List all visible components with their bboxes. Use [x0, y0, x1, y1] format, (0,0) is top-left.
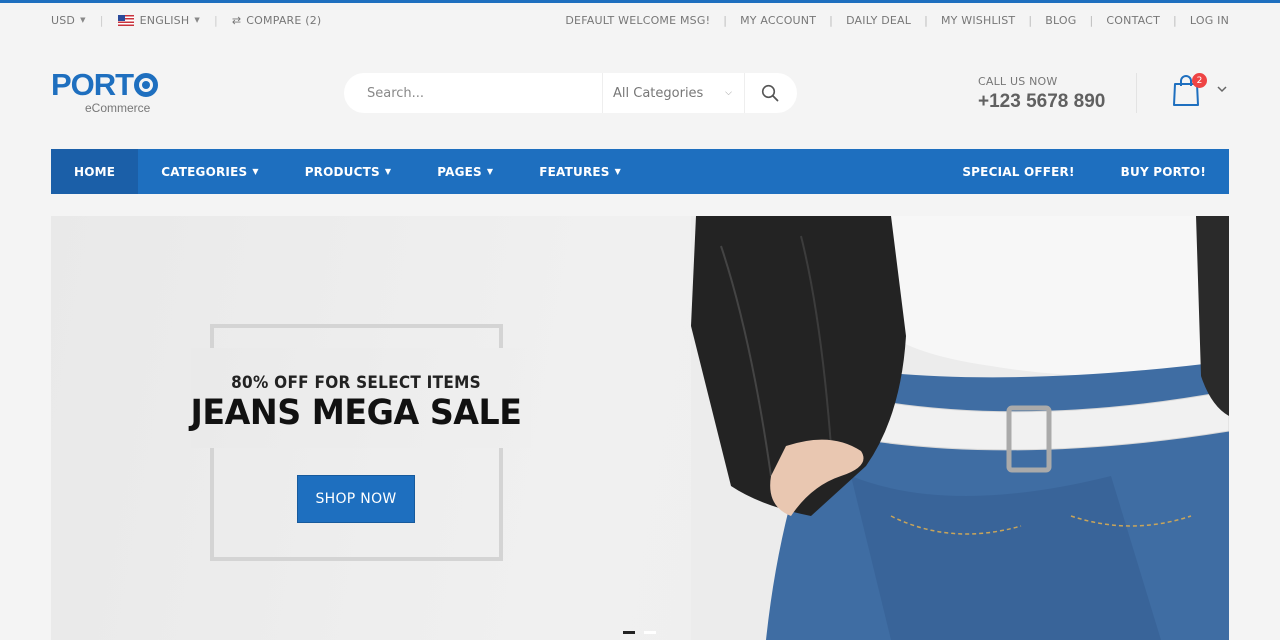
slider-dot-2[interactable]: [644, 631, 656, 634]
cart-button[interactable]: 2: [1170, 72, 1210, 112]
nav-features-label: FEATURES: [539, 164, 610, 179]
call-us-label: CALL US NOW: [978, 75, 1058, 88]
language-switcher[interactable]: ENGLISH ▼: [117, 13, 200, 27]
nav-features[interactable]: FEATURES ▼: [516, 149, 644, 194]
compare-label: COMPARE (2): [246, 13, 322, 27]
search-bar: All Categories ⌵: [344, 73, 797, 113]
nav-products-label: PRODUCTS: [304, 164, 380, 179]
nav-products[interactable]: PRODUCTS ▼: [282, 149, 415, 194]
phone-number[interactable]: +123 5678 890: [978, 91, 1105, 113]
logo-text: PORT: [51, 67, 134, 102]
logo-o-mark: [134, 73, 159, 97]
divider: |: [829, 13, 834, 27]
hero-slider: 80% OFF FOR SELECT ITEMS JEANS MEGA SALE…: [51, 216, 1229, 640]
chevron-down-icon: ▼: [252, 167, 259, 176]
compare-icon: ⇄: [231, 13, 242, 27]
logo-tagline: eCommerce: [85, 101, 151, 115]
nav-categories[interactable]: CATEGORIES ▼: [138, 149, 282, 194]
caret-down-icon: ▼: [194, 16, 200, 24]
nav-home[interactable]: HOME: [51, 149, 139, 194]
nav-pages[interactable]: PAGES ▼: [414, 149, 516, 194]
divider: |: [1173, 13, 1177, 27]
header-divider: [1136, 73, 1137, 113]
nav-buy-porto[interactable]: BUY PORTO!: [1098, 149, 1229, 194]
nav-pages-label: PAGES: [437, 164, 482, 179]
nav-home-label: HOME: [74, 164, 116, 179]
daily-deal-link[interactable]: DAILY DEAL: [846, 14, 911, 27]
top-bar-links: DEFAULT WELCOME MSG! | MY ACCOUNT | DAIL…: [565, 3, 1229, 37]
divider: |: [924, 13, 928, 27]
divider: |: [1028, 13, 1033, 27]
divider: |: [213, 13, 218, 27]
flag-us-icon: [117, 14, 134, 26]
nav-buy-porto-label: BUY PORTO!: [1120, 164, 1206, 179]
chevron-down-icon: ▼: [614, 167, 621, 176]
search-icon: [761, 84, 779, 102]
top-bar: USD ▼ | ENGLISH ▼ | ⇄ COMPARE (2) DEFAUL…: [0, 3, 1280, 37]
divider: |: [99, 13, 104, 27]
hero-title: JEANS MEGA SALE: [190, 393, 522, 433]
category-select-value: All Categories: [613, 85, 704, 101]
my-wishlist-link[interactable]: MY WISHLIST: [941, 14, 1015, 27]
hero-subtitle: 80% OFF FOR SELECT ITEMS: [231, 373, 481, 393]
cart-count-badge: 2: [1192, 73, 1207, 88]
log-in-link[interactable]: LOG IN: [1190, 14, 1229, 27]
blog-link[interactable]: BLOG: [1045, 14, 1076, 27]
search-input[interactable]: [344, 73, 602, 113]
chevron-down-icon: ▼: [384, 167, 392, 176]
contact-link[interactable]: CONTACT: [1106, 14, 1160, 27]
slider-dot-1[interactable]: [623, 631, 635, 634]
nav-special-offer-label: SPECIAL OFFER!: [962, 164, 1075, 179]
logo-wordmark: PORT: [51, 67, 161, 103]
welcome-message: DEFAULT WELCOME MSG!: [565, 13, 711, 27]
currency-switcher[interactable]: USD ▼: [51, 14, 86, 27]
cart-dropdown-chevron-icon[interactable]: [1217, 85, 1227, 93]
hero-model-photo: [691, 216, 1229, 640]
language-label: ENGLISH: [139, 13, 190, 27]
nav-special-offer[interactable]: SPECIAL OFFER!: [939, 149, 1097, 194]
my-account-link[interactable]: MY ACCOUNT: [740, 14, 816, 27]
site-logo[interactable]: PORT eCommerce: [51, 67, 161, 117]
category-select[interactable]: All Categories ⌵: [602, 73, 745, 113]
chevron-down-icon: ⌵: [725, 88, 732, 98]
currency-label: USD: [51, 13, 76, 27]
top-bar-left: USD ▼ | ENGLISH ▼ | ⇄ COMPARE (2): [51, 3, 321, 37]
compare-link[interactable]: ⇄ COMPARE (2): [232, 14, 322, 27]
caret-down-icon: ▼: [80, 16, 86, 24]
search-button[interactable]: [745, 73, 795, 113]
divider: |: [723, 13, 728, 27]
slider-dots: [623, 631, 656, 634]
shop-now-button[interactable]: SHOP NOW: [297, 475, 415, 523]
nav-categories-label: CATEGORIES: [161, 164, 248, 179]
chevron-down-icon: ▼: [486, 167, 494, 176]
divider: |: [1089, 13, 1094, 27]
call-us-block: CALL US NOW +123 5678 890: [978, 75, 1105, 113]
main-nav: HOME CATEGORIES ▼ PRODUCTS ▼ PAGES ▼ FEA…: [51, 149, 1229, 194]
